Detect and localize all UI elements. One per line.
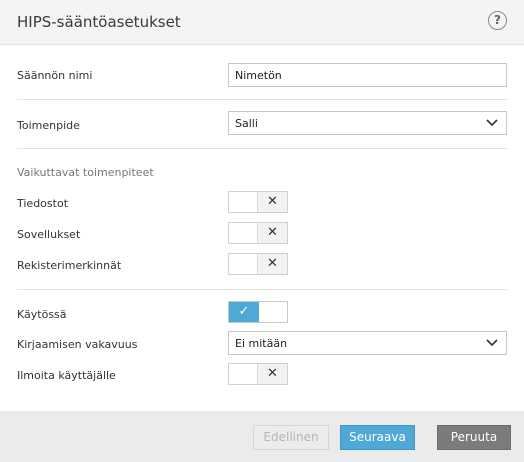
action-label: Toimenpide — [17, 119, 80, 132]
logging-severity-select[interactable]: Ei mitään — [228, 331, 507, 355]
divider — [17, 99, 507, 100]
logging-severity-value: Ei mitään — [235, 337, 288, 350]
registry-toggle[interactable]: ✕ — [228, 253, 288, 275]
close-icon: ✕ — [257, 192, 287, 212]
applications-label: Sovellukset — [17, 228, 81, 241]
action-select-value: Salli — [235, 117, 258, 130]
divider — [17, 148, 507, 149]
help-icon[interactable]: ? — [488, 11, 507, 30]
applications-toggle[interactable]: ✕ — [228, 222, 288, 244]
files-toggle[interactable]: ✕ — [228, 191, 288, 213]
close-icon: ✕ — [257, 223, 287, 243]
notify-user-label: Ilmoita käyttäjälle — [17, 369, 116, 382]
next-button[interactable]: Seuraava — [340, 425, 415, 450]
divider — [17, 289, 507, 290]
previous-button[interactable]: Edellinen — [253, 425, 329, 450]
chevron-down-icon — [486, 119, 498, 127]
action-select[interactable]: Salli — [228, 111, 507, 135]
title-bar: HIPS-sääntöasetukset ? — [0, 0, 524, 45]
chevron-down-icon — [486, 339, 498, 347]
affected-operations-heading: Vaikuttavat toimenpiteet — [17, 166, 154, 179]
rule-name-label: Säännön nimi — [17, 69, 93, 82]
cancel-button[interactable]: Peruuta — [437, 425, 511, 450]
notify-user-toggle[interactable]: ✕ — [228, 363, 288, 385]
close-icon: ✕ — [257, 254, 287, 274]
registry-label: Rekisterimerkinnät — [17, 259, 122, 272]
logging-severity-label: Kirjaamisen vakavuus — [17, 338, 138, 351]
enabled-toggle[interactable]: ✓ — [228, 301, 288, 323]
check-icon: ✓ — [229, 302, 259, 322]
close-icon: ✕ — [257, 364, 287, 384]
enabled-label: Käytössä — [17, 308, 67, 321]
window-title: HIPS-sääntöasetukset — [17, 13, 181, 31]
rule-name-input[interactable]: Nimetön — [228, 63, 507, 87]
files-label: Tiedostot — [17, 197, 69, 210]
